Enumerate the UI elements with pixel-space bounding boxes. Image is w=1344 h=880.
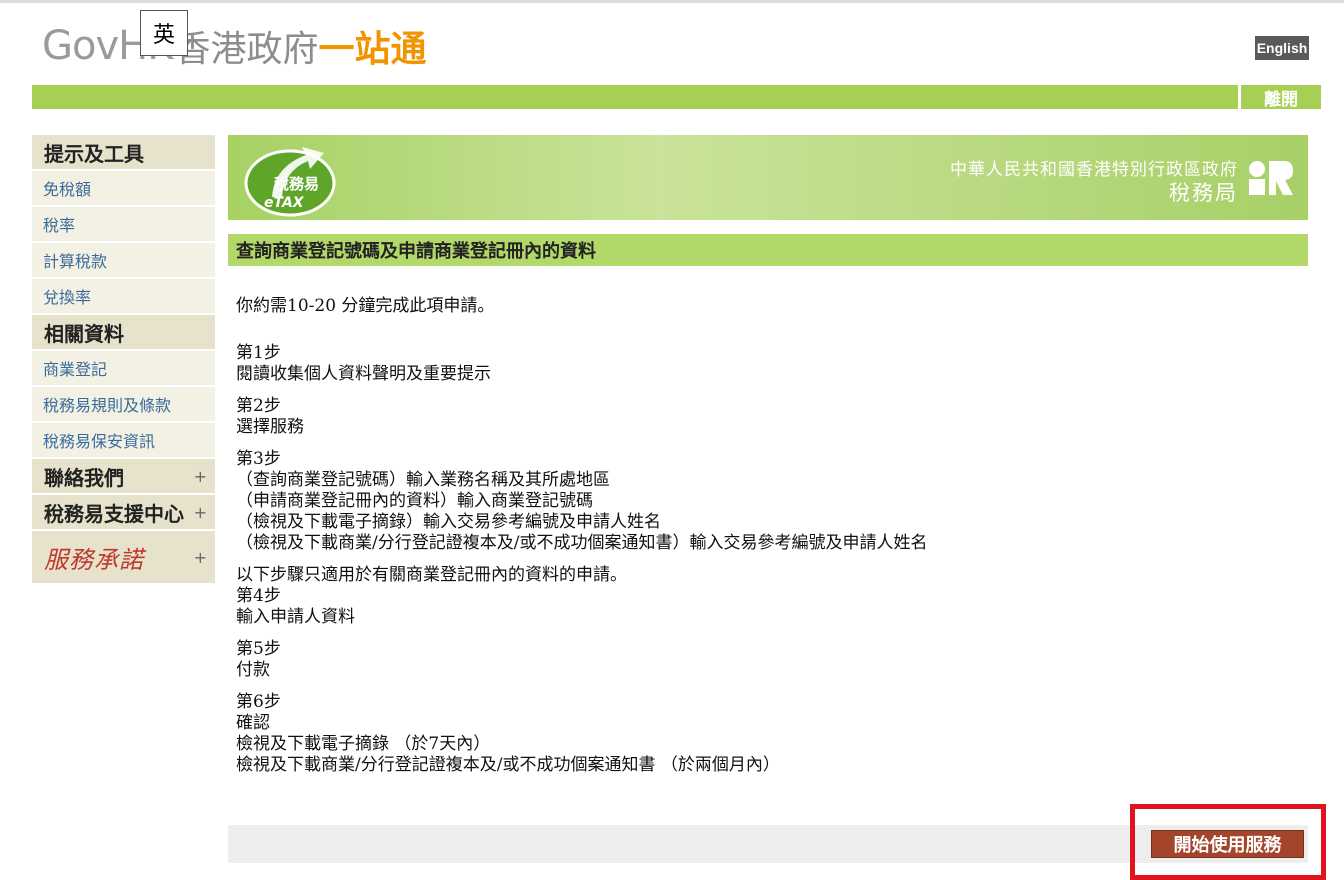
step-label: 第4步 bbox=[236, 586, 281, 606]
step-line: （檢視及下載電子摘錄）輸入交易參考編號及申請人姓名 bbox=[236, 512, 661, 532]
step-line: （檢視及下載商業/分行登記證複本及/或不成功個案通知書）輸入交易參考編號及申請人… bbox=[236, 533, 928, 553]
intro-text: 你約需10-20 分鐘完成此項申請。 bbox=[236, 296, 495, 316]
sidebar: 提示及工具 免稅額 稅率 計算稅款 兌換率 相關資料 商業登記 稅務易規則及條款… bbox=[32, 135, 215, 583]
etax-banner: 稅務易 eTAX 中華人民共和國香港特別行政區政府 稅務局 bbox=[228, 135, 1308, 220]
step-1: 第1步 閱讀收集個人資料聲明及重要提示 bbox=[236, 343, 1296, 385]
sidebar-item-label: 聯絡我們 bbox=[44, 465, 124, 490]
top-border bbox=[0, 0, 1344, 3]
etax-en-text: eTAX bbox=[264, 195, 305, 211]
english-language-button[interactable]: English bbox=[1255, 36, 1309, 60]
step-line: 選擇服務 bbox=[236, 417, 304, 437]
etax-cn-text: 稅務易 bbox=[274, 175, 319, 193]
step-5: 第5步 付款 bbox=[236, 639, 1296, 681]
header-green-bar bbox=[32, 85, 1238, 109]
applicability-note: 以下步驟只適用於有關商業登記冊內的資料的申請。 bbox=[236, 565, 627, 585]
instructions: 你約需10-20 分鐘完成此項申請。 第1步 閱讀收集個人資料聲明及重要提示 第… bbox=[236, 296, 1296, 787]
step-line: （查詢商業登記號碼）輸入業務名稱及其所處地區 bbox=[236, 470, 610, 490]
sidebar-item-tax-computation[interactable]: 計算稅款 bbox=[32, 243, 215, 279]
sidebar-item-business-registration[interactable]: 商業登記 bbox=[32, 351, 215, 387]
start-service-button[interactable]: 開始使用服務 bbox=[1151, 830, 1304, 858]
step-line: （申請商業登記冊內的資料）輸入商業登記號碼 bbox=[236, 491, 593, 511]
ird-logo-icon bbox=[1249, 161, 1293, 195]
step-label: 第1步 bbox=[236, 343, 281, 363]
step-line: 輸入申請人資料 bbox=[236, 607, 355, 627]
exit-button[interactable]: 離開 bbox=[1241, 85, 1321, 110]
department-name: 稅務局 bbox=[1169, 181, 1238, 205]
expand-plus-icon: + bbox=[193, 502, 207, 522]
sidebar-heading-tips: 提示及工具 bbox=[32, 135, 215, 171]
sidebar-heading-label: 提示及工具 bbox=[44, 141, 144, 166]
sidebar-item-contact-us[interactable]: 聯絡我們 + bbox=[32, 459, 215, 495]
sidebar-item-exchange-rates[interactable]: 兌換率 bbox=[32, 279, 215, 315]
step-6: 第6步 確認 檢視及下載電子摘錄 （於7天內） 檢視及下載商業/分行登記證複本及… bbox=[236, 692, 1296, 776]
step-line: 檢視及下載商業/分行登記證複本及/或不成功個案通知書 （於兩個月內） bbox=[236, 755, 780, 775]
sidebar-item-allowances[interactable]: 免稅額 bbox=[32, 171, 215, 207]
step-label: 第2步 bbox=[236, 396, 281, 416]
sidebar-item-service-pledge[interactable]: 服務承諾 + bbox=[32, 531, 215, 583]
step-label: 第3步 bbox=[236, 449, 281, 469]
step-label: 第5步 bbox=[236, 639, 281, 659]
sidebar-heading-label: 相關資料 bbox=[44, 321, 124, 346]
step-line: 檢視及下載電子摘錄 （於7天內） bbox=[236, 734, 491, 754]
logo-onestop-text: 一站通 bbox=[318, 29, 427, 70]
step-line: 閱讀收集個人資料聲明及重要提示 bbox=[236, 364, 491, 384]
service-pledge-label: 服務承諾 bbox=[44, 545, 144, 574]
expand-plus-icon: + bbox=[193, 547, 207, 567]
sidebar-item-tax-rates[interactable]: 稅率 bbox=[32, 207, 215, 243]
step-line: 確認 bbox=[236, 713, 270, 733]
sidebar-heading-related: 相關資料 bbox=[32, 315, 215, 351]
step-label: 第6步 bbox=[236, 692, 281, 712]
step-3: 第3步 （查詢商業登記號碼）輸入業務名稱及其所處地區 （申請商業登記冊內的資料）… bbox=[236, 449, 1296, 554]
ime-indicator: 英 bbox=[140, 10, 188, 56]
step-line: 付款 bbox=[236, 660, 270, 680]
expand-plus-icon: + bbox=[193, 466, 207, 486]
sidebar-item-support-centre[interactable]: 稅務易支援中心 + bbox=[32, 495, 215, 531]
page-title: 查詢商業登記號碼及申請商業登記冊內的資料 bbox=[228, 234, 1308, 266]
govhk-logo[interactable]: GovHK 香港政府 一站通 bbox=[42, 22, 426, 70]
step-4: 第4步 輸入申請人資料 bbox=[236, 586, 1296, 628]
sidebar-item-etax-security[interactable]: 稅務易保安資訊 bbox=[32, 423, 215, 459]
sidebar-item-label: 稅務易支援中心 bbox=[44, 501, 184, 526]
step-2: 第2步 選擇服務 bbox=[236, 396, 1296, 438]
etax-logo-icon: 稅務易 eTAX bbox=[244, 147, 336, 217]
sidebar-item-etax-terms[interactable]: 稅務易規則及條款 bbox=[32, 387, 215, 423]
logo-hk-text: 香港政府 bbox=[174, 29, 319, 70]
